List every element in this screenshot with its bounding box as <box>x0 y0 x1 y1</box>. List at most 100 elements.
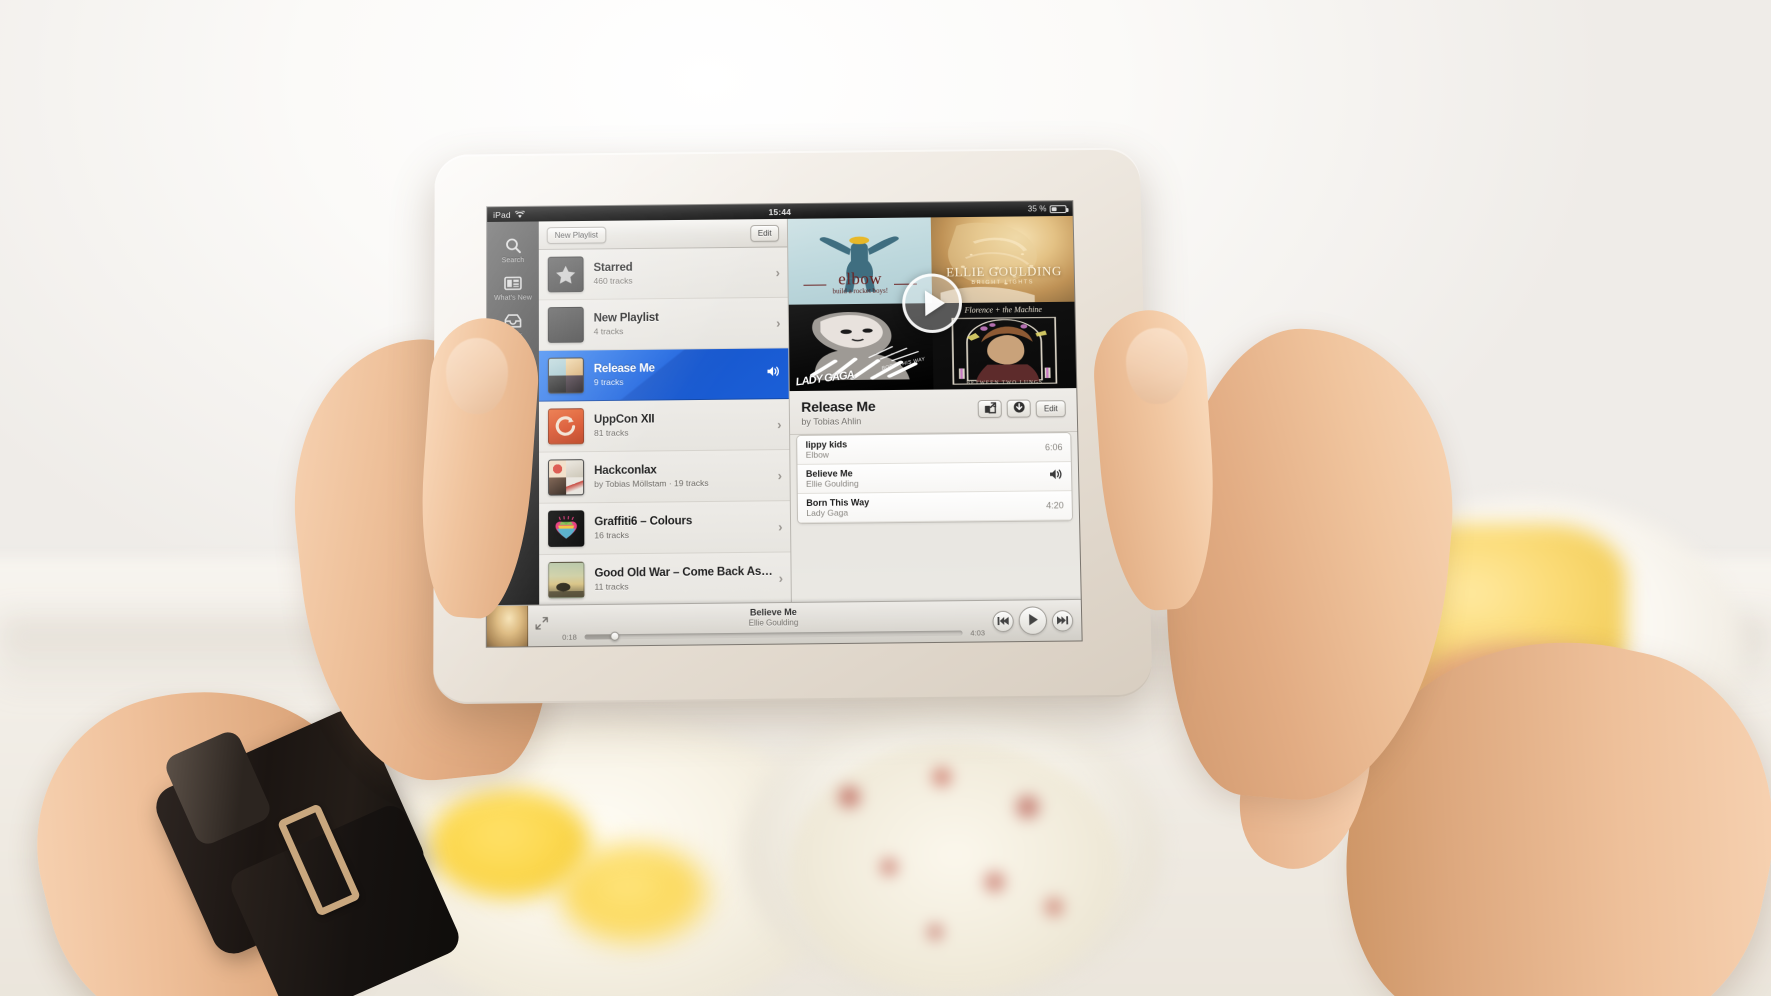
playlist-cover-release-me <box>547 357 584 394</box>
playlist-row-uppcon-xii[interactable]: UppCon XII 81 tracks › <box>538 399 790 453</box>
cover-quadrant <box>548 375 566 393</box>
track-duration: 6:06 <box>1044 442 1063 453</box>
new-playlist-button[interactable]: New Playlist <box>546 226 606 244</box>
cover-quadrant <box>566 477 584 495</box>
play-overlay-button[interactable] <box>901 273 963 334</box>
track-text: Born This Way Lady Gaga <box>806 495 1038 518</box>
sidebar-item-label: What's New <box>493 294 532 302</box>
chevron-right-icon: › <box>778 518 783 534</box>
page-title: Release Me <box>801 398 876 415</box>
playlist-subtitle: 11 tracks <box>594 581 629 592</box>
playlist-text: Graffiti6 – Colours 16 tracks <box>594 515 772 541</box>
sidebar-item-whats-new[interactable]: What's New <box>487 268 539 306</box>
now-playing-info: Believe Me Ellie Goulding 0:18 4:03 <box>554 605 993 642</box>
spotify-app: Search What's New New Playlist Edit Star… <box>486 215 1082 647</box>
playlist-text: Starred 460 tracks <box>593 261 769 286</box>
playlist-subtitle: by Tobias Möllstam · 19 tracks <box>594 477 709 489</box>
chevron-right-icon: › <box>775 315 781 331</box>
playlist-cover-starred <box>547 256 584 293</box>
expand-icon <box>535 617 548 635</box>
sidebar-item-label: Search <box>501 257 525 265</box>
play-button[interactable] <box>1018 606 1048 636</box>
page-subtitle: by Tobias Ahlin <box>801 416 862 427</box>
previous-icon <box>996 613 1009 628</box>
previous-button[interactable] <box>992 610 1014 632</box>
playlist-row-new-playlist[interactable]: New Playlist 4 tracks › <box>538 297 789 351</box>
share-icon <box>983 401 997 416</box>
playlist-title: Hackconlax <box>594 464 657 478</box>
next-button[interactable] <box>1051 609 1074 632</box>
progress-knob[interactable] <box>610 631 620 642</box>
sidebar-item-search[interactable]: Search <box>487 230 539 268</box>
detail-header: Release Me by Tobias Ahlin Edit <box>790 388 1078 435</box>
play-icon <box>1026 612 1040 629</box>
detail-pane: elbow build a rocket boys! ELLIE GOULDIN… <box>788 215 1082 644</box>
right-thumbnail <box>1126 328 1188 404</box>
chevron-right-icon: › <box>775 264 780 280</box>
playlist-text: Release Me 9 tracks <box>594 362 761 387</box>
playlist-title: Release Me <box>593 362 655 376</box>
playlist-cover-graffiti6 <box>548 510 585 547</box>
photo-scene: iPad 15:44 35 % Search What's New New Pl… <box>0 0 1771 996</box>
playlist-title: Graffiti6 – Colours <box>594 515 693 529</box>
ipad-device: iPad 15:44 35 % Search What's New New Pl… <box>433 147 1153 705</box>
track-row[interactable]: Believe Me Ellie Goulding <box>797 462 1072 495</box>
playlist-text: Hackconlax by Tobias Möllstam · 19 track… <box>594 463 772 489</box>
food-bowl <box>790 742 1120 992</box>
playlist-row-starred[interactable]: Starred 460 tracks › <box>538 247 789 301</box>
ipad-screen: iPad 15:44 35 % Search What's New New Pl… <box>486 201 1082 647</box>
playlist-row-graffiti6-colours[interactable]: Graffiti6 – Colours 16 tracks › <box>539 501 791 556</box>
track-text: lippy kids Elbow <box>806 437 1038 460</box>
now-playing-title: Believe Me <box>749 607 797 618</box>
now-playing-artwork[interactable] <box>486 605 529 647</box>
scrubber[interactable]: 0:18 4:03 <box>560 628 986 642</box>
chevron-right-icon: › <box>777 416 782 432</box>
edit-playlist-button[interactable]: Edit <box>1035 399 1066 417</box>
playlist-text: New Playlist 4 tracks <box>594 311 771 336</box>
cover-quadrant <box>565 358 583 376</box>
edit-playlists-button[interactable]: Edit <box>749 224 780 242</box>
chevron-right-icon: › <box>778 570 784 586</box>
remaining-time: 4:03 <box>970 628 986 638</box>
playlist-subtitle: 4 tracks <box>593 325 624 337</box>
album-art-grid: elbow build a rocket boys! ELLIE GOULDIN… <box>788 215 1077 392</box>
chevron-right-icon: › <box>777 467 783 483</box>
download-button[interactable] <box>1006 399 1032 418</box>
battery-icon <box>1049 204 1067 213</box>
track-list-box: lippy kids Elbow 6:06 Believe Me Ellie G… <box>796 432 1074 525</box>
playlist-title: Good Old War – Come Back As… <box>594 566 773 580</box>
left-thumbnail <box>446 338 508 414</box>
progress-track[interactable] <box>584 630 963 642</box>
share-button[interactable] <box>977 399 1003 419</box>
track-duration: 4:20 <box>1046 500 1064 511</box>
playlist-list[interactable]: Starred 460 tracks › New Playlist 4 trac… <box>538 247 792 646</box>
track-row[interactable]: Born This Way Lady Gaga 4:20 <box>798 491 1073 524</box>
playlist-row-good-old-war[interactable]: Good Old War – Come Back As… 11 tracks › <box>539 552 792 607</box>
expand-player-button[interactable] <box>528 617 554 636</box>
track-artist: Lady Gaga <box>806 507 849 519</box>
track-text: Believe Me Ellie Goulding <box>806 466 1041 489</box>
speaker-icon <box>767 364 781 382</box>
playlist-subtitle: 16 tracks <box>594 529 630 541</box>
search-icon <box>505 235 522 255</box>
now-playing-artist: Ellie Goulding <box>748 617 799 628</box>
playlist-cover-blank <box>547 306 584 343</box>
playlist-text: UppCon XII 81 tracks <box>594 412 771 438</box>
playlist-row-hackconlax[interactable]: Hackconlax by Tobias Möllstam · 19 track… <box>539 449 791 504</box>
track-row[interactable]: lippy kids Elbow 6:06 <box>797 433 1071 465</box>
cover-quadrant <box>565 375 583 393</box>
detail-title-group: Release Me by Tobias Ahlin <box>801 398 876 427</box>
transport-controls <box>992 606 1081 636</box>
cover-quadrant <box>549 477 567 495</box>
playlist-subtitle: 81 tracks <box>594 427 629 438</box>
speaker-icon <box>1049 467 1063 485</box>
playlist-row-release-me[interactable]: Release Me 9 tracks <box>538 348 790 402</box>
playlist-title: Starred <box>593 262 633 275</box>
playlist-subtitle: 460 tracks <box>593 275 633 286</box>
elapsed-time: 0:18 <box>562 632 577 642</box>
playlist-cover-good-old-war <box>548 561 585 599</box>
cover-quadrant <box>549 460 567 478</box>
playlist-pane: New Playlist Edit Starred 460 tracks › N… <box>538 218 793 647</box>
cover-quadrant <box>566 460 584 478</box>
egg-yolk <box>560 845 710 945</box>
